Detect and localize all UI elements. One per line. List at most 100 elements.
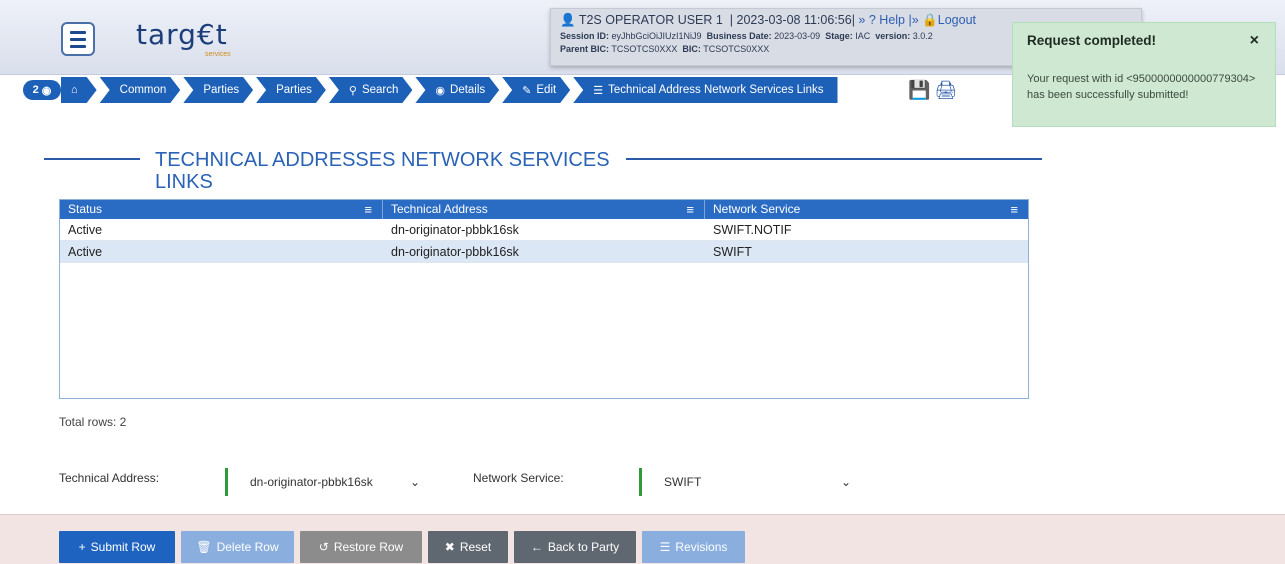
- breadcrumb-label: Parties: [276, 84, 312, 96]
- breadcrumb-parties-2[interactable]: Parties: [256, 77, 326, 103]
- breadcrumb-common[interactable]: Common: [100, 77, 181, 103]
- selected-value: dn-originator-pbbk16sk: [250, 475, 373, 489]
- submit-row-button[interactable]: + Submit Row: [59, 531, 175, 563]
- hamburger-menu-button[interactable]: [61, 22, 95, 56]
- button-label: Delete Row: [216, 540, 279, 554]
- help-icon: ?: [865, 13, 876, 27]
- menu-bar-icon: [70, 44, 86, 48]
- breadcrumb-edit[interactable]: ✎ Edit: [502, 77, 570, 103]
- table-row[interactable]: Active dn-originator-pbbk16sk SWIFT.NOTI…: [60, 219, 1028, 241]
- table-cell: Active: [68, 245, 103, 259]
- table-header: Status ≡ Technical Address ≡ Network Ser…: [60, 200, 1028, 219]
- search-icon: ⚲: [348, 84, 357, 97]
- breadcrumb-label: Edit: [536, 84, 557, 96]
- button-label: Restore Row: [333, 540, 404, 554]
- column-header-status[interactable]: Status ≡: [60, 200, 383, 219]
- table-cell: SWIFT: [713, 245, 752, 259]
- breadcrumb-label: Technical Address Network Services Links: [608, 84, 824, 96]
- user-name: T2S OPERATOR USER 1: [578, 13, 723, 27]
- column-menu-icon[interactable]: ≡: [686, 200, 694, 219]
- chevron-down-icon: ⌄: [840, 475, 851, 489]
- list-icon: ☰: [593, 84, 604, 97]
- restore-row-button[interactable]: ↺ Restore Row: [300, 531, 422, 563]
- menu-bar-icon: [70, 30, 86, 34]
- save-icon[interactable]: 💾: [908, 80, 930, 101]
- reset-button[interactable]: ✖ Reset: [428, 531, 508, 563]
- button-label: Back to Party: [547, 540, 620, 554]
- column-header-network-service[interactable]: Network Service ≡: [705, 200, 1028, 219]
- target-logo: targ€t: [136, 18, 228, 51]
- technical-address-label: Technical Address:: [59, 471, 160, 485]
- column-menu-icon[interactable]: ≡: [1010, 200, 1018, 219]
- delete-row-button[interactable]: 🗑 Delete Row: [181, 531, 294, 563]
- logout-link[interactable]: Logout: [938, 13, 976, 27]
- close-icon: ✖: [444, 540, 455, 554]
- breadcrumb-label: Search: [361, 84, 399, 96]
- table-row[interactable]: Active dn-originator-pbbk16sk SWIFT: [60, 241, 1028, 263]
- success-toast: Request completed! × Your request with i…: [1012, 22, 1276, 127]
- button-label: Submit Row: [90, 540, 156, 554]
- table-cell: dn-originator-pbbk16sk: [391, 245, 519, 259]
- column-menu-icon[interactable]: ≡: [364, 200, 372, 219]
- breadcrumb-label: Common: [119, 84, 167, 96]
- edit-icon: ✎: [522, 84, 532, 97]
- toolbar-icons: 💾 🖨: [908, 80, 957, 101]
- links-table: Status ≡ Technical Address ≡ Network Ser…: [59, 199, 1029, 399]
- database-icon: ☰: [659, 540, 671, 554]
- network-service-select[interactable]: SWIFT ⌄: [639, 468, 861, 496]
- stage-value: IAC: [855, 31, 871, 41]
- column-label: Status: [68, 202, 103, 216]
- trash-icon: 🗑: [196, 540, 212, 554]
- column-label: Technical Address: [391, 202, 488, 216]
- user-icon: 👤: [560, 13, 576, 27]
- version-label: version:: [875, 31, 911, 41]
- breadcrumb-home[interactable]: ⌂: [61, 77, 97, 103]
- version-value: 3.0.2: [912, 31, 933, 41]
- breadcrumb-details[interactable]: ◉ Details: [415, 77, 499, 103]
- column-header-technical-address[interactable]: Technical Address ≡: [383, 200, 705, 219]
- toast-title: Request completed!: [1027, 33, 1157, 48]
- session-label: Session ID:: [560, 31, 610, 41]
- breadcrumb-label: Details: [450, 84, 486, 96]
- current-datetime: 2023-03-08 11:06:56: [736, 13, 852, 27]
- print-icon[interactable]: 🖨: [934, 80, 957, 101]
- page-title: TECHNICAL ADDRESSES NETWORK SERVICES LIN…: [155, 149, 610, 193]
- button-label: Reset: [459, 540, 492, 554]
- home-icon: ⌂: [71, 84, 78, 96]
- breadcrumb-parties[interactable]: Parties: [183, 77, 253, 103]
- technical-address-select[interactable]: dn-originator-pbbk16sk ⌄: [225, 468, 430, 496]
- title-divider-left: [44, 158, 140, 160]
- eye-icon: ◉: [41, 84, 52, 97]
- toast-message: Your request with id <950000000000077930…: [1027, 73, 1256, 101]
- plus-icon: +: [78, 540, 86, 554]
- close-icon[interactable]: ×: [1250, 32, 1259, 50]
- menu-bar-icon: [70, 37, 86, 41]
- logo-subtitle: services: [205, 51, 231, 58]
- session-value: eyJhbGciOiJIUzI1NiJ9: [611, 31, 702, 41]
- breadcrumb-search[interactable]: ⚲ Search: [329, 77, 413, 103]
- total-rows: Total rows: 2: [59, 415, 127, 429]
- tabs-count: 2: [32, 84, 39, 96]
- parent-bic-value: TCSOTCS0XXX: [611, 44, 678, 54]
- breadcrumb-current: ☰ Technical Address Network Services Lin…: [573, 77, 838, 103]
- chevron-down-icon: ⌄: [409, 475, 420, 489]
- breadcrumb-label: Parties: [203, 84, 240, 96]
- bic-label: BIC:: [682, 44, 701, 54]
- table-cell: Active: [68, 223, 103, 237]
- business-date-label: Business Date:: [706, 31, 772, 41]
- revisions-button[interactable]: ☰ Revisions: [642, 531, 745, 563]
- network-service-label: Network Service:: [473, 471, 564, 485]
- undo-icon: ↺: [318, 540, 329, 554]
- open-tabs-badge[interactable]: 2 ◉: [23, 80, 61, 100]
- help-link[interactable]: Help: [879, 13, 905, 27]
- title-divider-right: [626, 158, 1042, 160]
- button-label: Revisions: [675, 540, 728, 554]
- table-cell: SWIFT.NOTIF: [713, 223, 792, 237]
- bic-value: TCSOTCS0XXX: [703, 44, 770, 54]
- column-label: Network Service: [713, 202, 801, 216]
- back-to-party-button[interactable]: ← Back to Party: [514, 531, 636, 563]
- parent-bic-label: Parent BIC:: [560, 44, 610, 54]
- eye-icon: ◉: [435, 84, 446, 97]
- lock-icon: 🔒: [922, 13, 938, 27]
- table-cell: dn-originator-pbbk16sk: [391, 223, 519, 237]
